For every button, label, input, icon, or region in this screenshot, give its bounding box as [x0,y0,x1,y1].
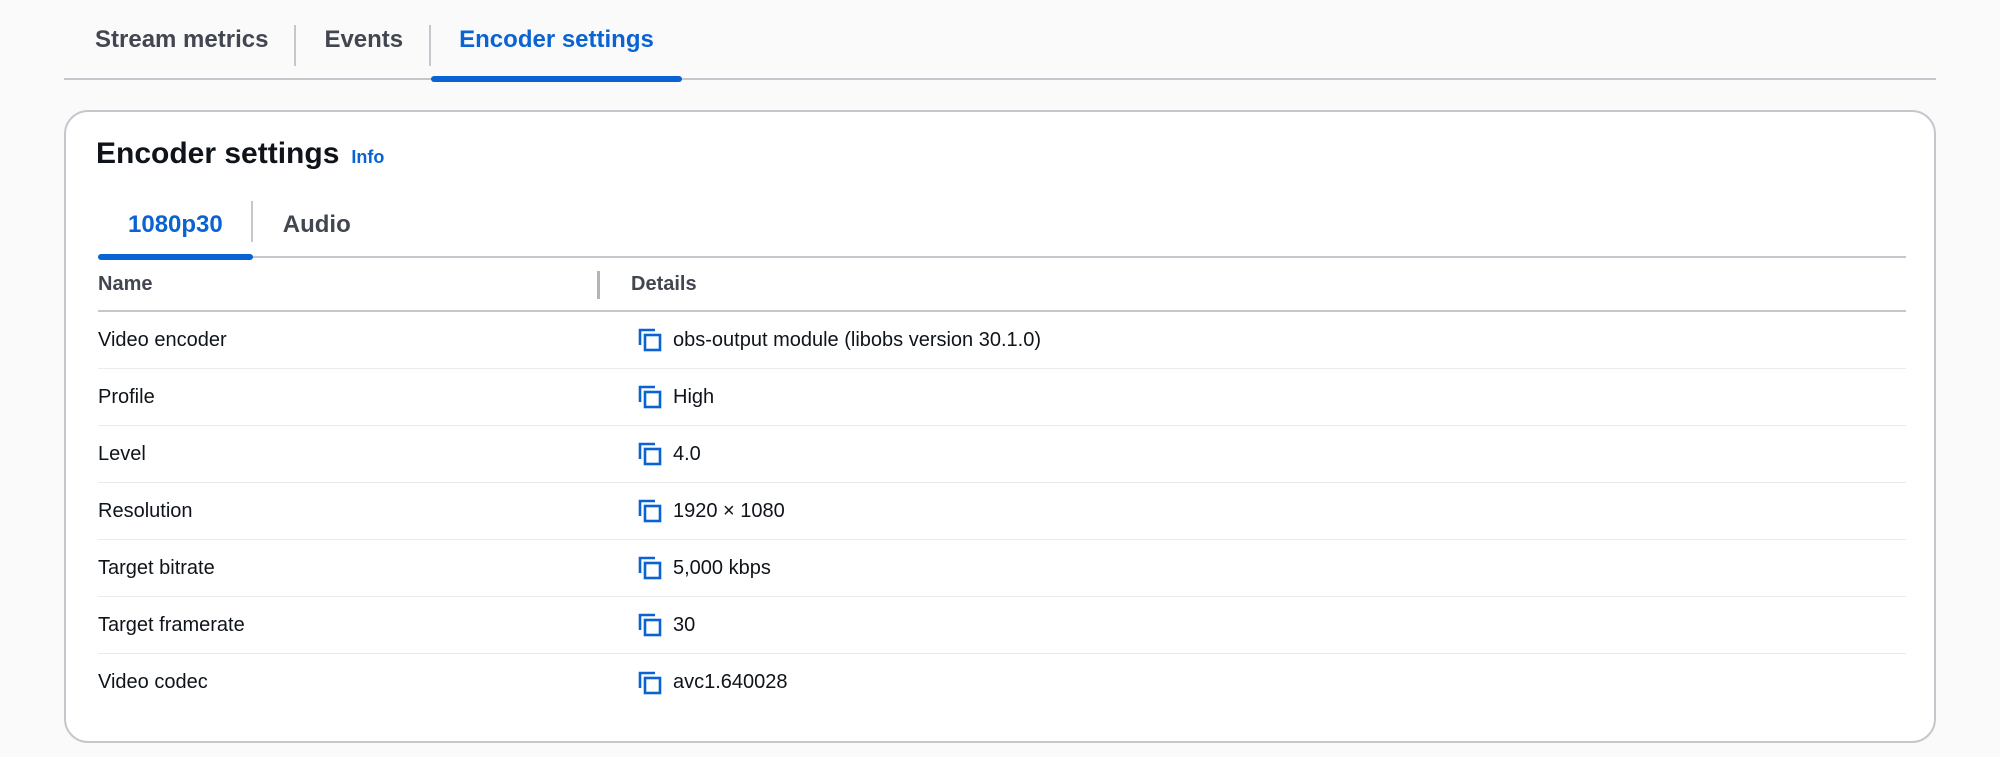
table-row: Target bitrate 5,000 kbps [98,540,1906,597]
table-row: Target framerate 30 [98,597,1906,654]
copy-icon[interactable] [637,498,663,524]
row-value: 4.0 [673,442,701,465]
row-value: 1920 × 1080 [673,499,785,522]
table-row: Video encoder obs-output module (libobs … [98,312,1906,369]
row-name: Target bitrate [98,556,215,579]
row-value: High [673,385,715,408]
encoder-settings-table: Name Details Video encoder obs-output mo… [98,258,1906,711]
column-header-label: Name [98,272,153,295]
row-details: 5,000 kbps [637,555,771,581]
row-details: obs-output module (libobs version 30.1.0… [637,327,1041,353]
tab-stream-metrics[interactable]: Stream metrics [64,0,297,80]
copy-icon[interactable] [637,612,663,638]
row-details: 30 [637,612,695,638]
tab-audio[interactable]: Audio [253,192,381,258]
row-name: Level [98,442,146,465]
row-value: 5,000 kbps [673,556,771,579]
info-link[interactable]: Info [351,147,384,168]
inner-tab-bar: 1080p30 Audio [98,192,1906,260]
row-details: avc1.640028 [637,670,788,696]
tab-label: Audio [282,211,351,238]
copy-icon[interactable] [637,384,663,410]
row-name: Video codec [98,671,208,693]
row-details: High [637,384,714,410]
row-name: Resolution [98,499,193,522]
table-row: Video codec avc1.640028 [98,654,1906,711]
card-header: Encoder settings Info [96,137,384,171]
top-tab-bar: Stream metrics Events Encoder settings [64,0,1936,82]
copy-icon[interactable] [637,670,663,696]
column-header-name: Name [98,258,631,310]
copy-icon[interactable] [637,555,663,581]
row-name: Target framerate [98,613,245,636]
column-header-details: Details [631,273,697,296]
row-value: avc1.640028 [673,671,788,693]
row-value: 30 [673,613,696,636]
tab-label: Encoder settings [459,26,654,53]
row-name: Video encoder [98,328,227,351]
column-header-label: Details [631,272,697,295]
encoder-settings-container: Encoder settings Info 1080p30 Audio Name… [64,110,1936,743]
column-resize-handle[interactable] [597,271,600,299]
row-value: obs-output module (libobs version 30.1.0… [673,328,1041,351]
tab-label: 1080p30 [128,211,223,238]
copy-icon[interactable] [637,441,663,467]
card-title: Encoder settings [96,137,340,170]
tab-encoder-settings[interactable]: Encoder settings [431,0,682,82]
row-name: Profile [98,385,155,408]
tab-label: Events [324,26,404,53]
table-row: Resolution 1920 × 1080 [98,483,1906,540]
tab-events[interactable]: Events [296,0,432,80]
table-row: Profile High [98,369,1906,426]
copy-icon[interactable] [637,327,663,353]
table-row: Level 4.0 [98,426,1906,483]
tab-label: Stream metrics [95,26,269,53]
row-details: 1920 × 1080 [637,498,785,524]
tab-1080p30[interactable]: 1080p30 [98,192,253,260]
row-details: 4.0 [637,441,701,467]
table-header: Name Details [98,258,1906,312]
